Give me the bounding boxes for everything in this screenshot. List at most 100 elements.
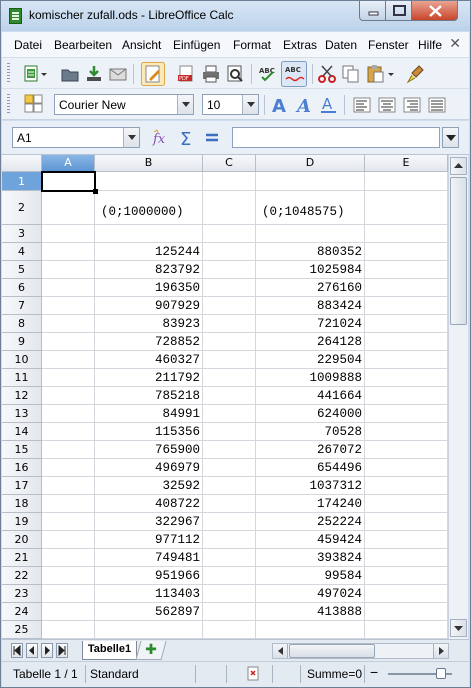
underline-icon[interactable]: A — [319, 95, 339, 115]
cell-b16[interactable]: 496979 — [95, 459, 203, 477]
spellcheck-icon[interactable]: ABC — [258, 64, 278, 84]
cell[interactable] — [203, 351, 256, 369]
cell[interactable] — [42, 261, 95, 279]
column-header-e[interactable]: E — [365, 155, 448, 172]
cell-d17[interactable]: 1037312 — [256, 477, 365, 495]
cell[interactable] — [42, 531, 95, 549]
horizontal-scrollbar[interactable] — [272, 643, 449, 659]
cell[interactable] — [365, 261, 448, 279]
cell[interactable] — [42, 513, 95, 531]
menu-hilfe[interactable]: Hilfe — [418, 38, 442, 52]
cell[interactable] — [365, 477, 448, 495]
function-equals-icon[interactable] — [202, 128, 222, 148]
row-header-2[interactable]: 2 — [2, 191, 42, 225]
cell[interactable] — [365, 459, 448, 477]
open-folder-icon[interactable] — [60, 64, 80, 84]
cell-d19[interactable]: 252224 — [256, 513, 365, 531]
cell[interactable] — [256, 172, 365, 191]
row-header-6[interactable]: 6 — [2, 279, 42, 297]
print-icon[interactable] — [201, 64, 221, 84]
chevron-down-icon[interactable] — [123, 128, 139, 147]
row-header-8[interactable]: 8 — [2, 315, 42, 333]
edit-mode-icon[interactable] — [141, 62, 165, 86]
cell-b8[interactable]: 83923 — [95, 315, 203, 333]
cell[interactable] — [365, 387, 448, 405]
cell[interactable] — [365, 513, 448, 531]
cell-d14[interactable]: 70528 — [256, 423, 365, 441]
zoom-slider-knob[interactable] — [436, 668, 446, 679]
cell[interactable] — [203, 621, 256, 639]
cell-b21[interactable]: 749481 — [95, 549, 203, 567]
cell[interactable] — [42, 387, 95, 405]
cell-b20[interactable]: 977112 — [95, 531, 203, 549]
previous-sheet-button[interactable] — [26, 643, 38, 658]
cell[interactable] — [42, 315, 95, 333]
cell[interactable] — [42, 423, 95, 441]
scroll-right-button[interactable] — [433, 644, 448, 658]
cell-d10[interactable]: 229504 — [256, 351, 365, 369]
cell[interactable] — [42, 243, 95, 261]
row-header-3[interactable]: 3 — [2, 225, 42, 243]
cell-b15[interactable]: 765900 — [95, 441, 203, 459]
page-style[interactable]: Standard — [90, 667, 139, 681]
cell[interactable] — [203, 585, 256, 603]
cell-d8[interactable]: 721024 — [256, 315, 365, 333]
bold-icon[interactable]: A — [270, 95, 290, 115]
zoom-out-icon[interactable]: − — [370, 664, 378, 680]
menu-extras[interactable]: Extras — [283, 38, 317, 52]
cell[interactable] — [42, 191, 95, 225]
cell[interactable] — [203, 567, 256, 585]
title-bar[interactable]: komischer zufall.ods - LibreOffice Calc — [1, 1, 470, 31]
chevron-down-icon[interactable] — [177, 95, 193, 114]
next-sheet-button[interactable] — [41, 643, 53, 658]
cell[interactable] — [42, 603, 95, 621]
spreadsheet-grid[interactable]: A B C D E 1 2 3 4 5 6 7 8 9 10 11 12 13 14 15 16 17 18 19 20 21 22… — [2, 155, 448, 639]
align-left-icon[interactable] — [352, 95, 372, 115]
toolbar-grip[interactable] — [7, 63, 10, 83]
row-header-22[interactable]: 22 — [2, 567, 42, 585]
cell-d15[interactable]: 267072 — [256, 441, 365, 459]
cell-b22[interactable]: 951966 — [95, 567, 203, 585]
cell-b17[interactable]: 32592 — [95, 477, 203, 495]
row-header-25[interactable]: 25 — [2, 621, 42, 639]
cell-d20[interactable]: 459424 — [256, 531, 365, 549]
row-header-17[interactable]: 17 — [2, 477, 42, 495]
menu-format[interactable]: Format — [233, 38, 271, 52]
horizontal-scroll-thumb[interactable] — [289, 644, 375, 658]
cell[interactable] — [203, 225, 256, 243]
cell-d23[interactable]: 497024 — [256, 585, 365, 603]
cell-b4[interactable]: 125244 — [95, 243, 203, 261]
menu-bearbeiten[interactable]: Bearbeiten — [54, 38, 112, 52]
document-modified-icon[interactable] — [247, 666, 261, 682]
cell[interactable] — [203, 531, 256, 549]
copy-icon[interactable] — [341, 64, 361, 84]
last-sheet-button[interactable] — [56, 643, 68, 658]
first-sheet-button[interactable] — [11, 643, 23, 658]
cell[interactable] — [365, 549, 448, 567]
align-center-icon[interactable] — [377, 95, 397, 115]
cell[interactable] — [365, 441, 448, 459]
menu-daten[interactable]: Daten — [325, 38, 357, 52]
cell[interactable] — [203, 405, 256, 423]
cell[interactable] — [365, 297, 448, 315]
expand-formula-icon[interactable] — [442, 127, 459, 148]
close-document-icon[interactable]: ✕ — [449, 36, 461, 52]
cell[interactable] — [256, 225, 365, 243]
cell[interactable] — [203, 549, 256, 567]
cell[interactable] — [203, 333, 256, 351]
cell[interactable] — [42, 495, 95, 513]
row-header-11[interactable]: 11 — [2, 369, 42, 387]
cell-b12[interactable]: 785218 — [95, 387, 203, 405]
name-box[interactable]: A1 — [12, 127, 140, 148]
cell[interactable] — [365, 621, 448, 639]
cell[interactable] — [42, 477, 95, 495]
cell[interactable] — [365, 172, 448, 191]
italic-icon[interactable]: A — [295, 95, 315, 115]
cell[interactable] — [42, 333, 95, 351]
column-header-c[interactable]: C — [203, 155, 256, 172]
maximize-button[interactable] — [385, 1, 412, 21]
save-icon[interactable] — [84, 64, 104, 84]
formula-input[interactable] — [232, 127, 440, 148]
cell[interactable] — [42, 441, 95, 459]
cell-d4[interactable]: 880352 — [256, 243, 365, 261]
